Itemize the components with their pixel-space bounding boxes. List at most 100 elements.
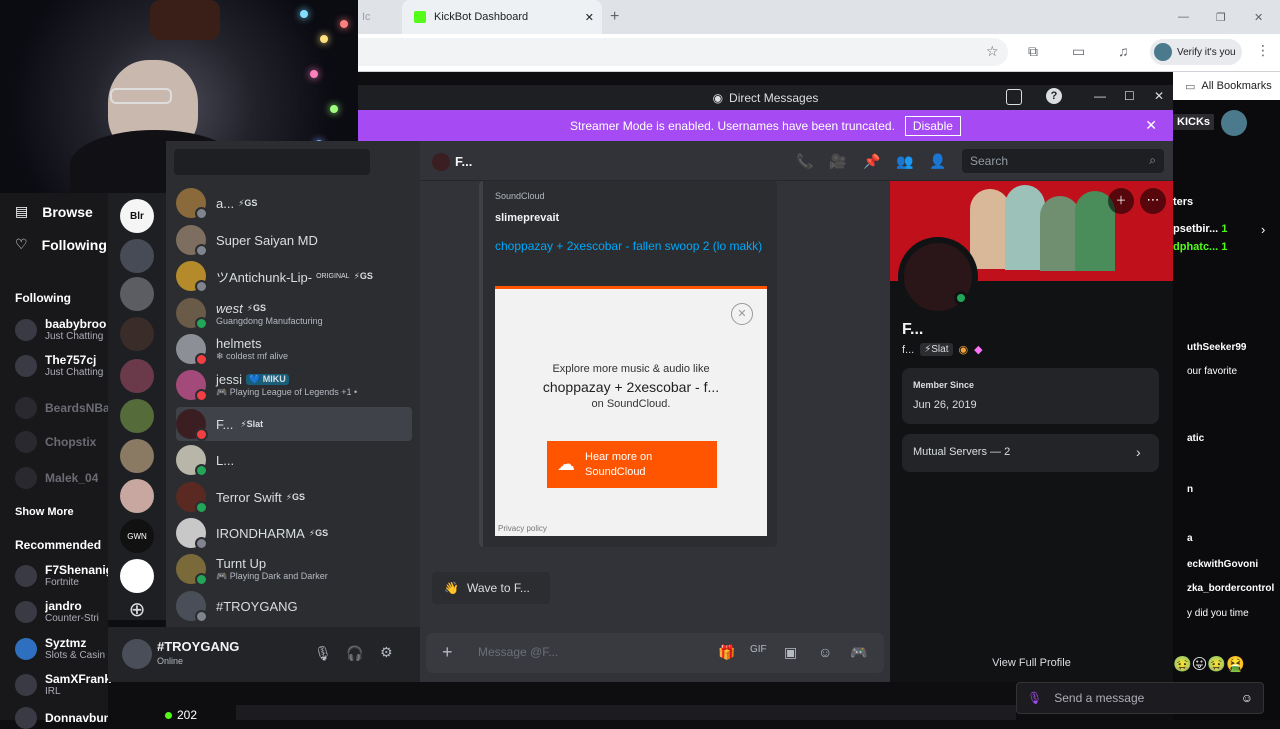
close-banner-icon[interactable]: ✕ — [1145, 117, 1157, 134]
wave-button[interactable]: 👋 Wave to F... — [432, 572, 550, 604]
emoji-icon[interactable]: ☺ — [818, 644, 832, 660]
avatar[interactable] — [1221, 110, 1247, 136]
close-window-icon[interactable]: ✕ — [1254, 0, 1263, 34]
privacy-link[interactable]: Privacy policy — [498, 524, 547, 533]
dm-name: L... — [216, 452, 235, 468]
add-friend-icon[interactable]: ＋ — [1108, 188, 1134, 214]
address-bar[interactable] — [358, 38, 1008, 66]
nav-following[interactable]: ♡ Following — [15, 236, 107, 253]
maximize-icon[interactable]: ❐ — [1216, 0, 1226, 34]
dm-item[interactable]: west ⚡GS Guangdong Manufacturing — [176, 296, 412, 330]
extensions-icon[interactable]: ⧉ — [1028, 43, 1038, 60]
recommended-item[interactable]: Syztmz Slots & Casin — [15, 636, 108, 661]
inbox-icon[interactable] — [1006, 89, 1022, 105]
dm-item[interactable]: Super Saiyan MD — [176, 223, 412, 257]
recommended-item[interactable]: jandro Counter-Stri — [15, 599, 108, 624]
browser-tab-kickbot[interactable]: KickBot Dashboard ✕ — [402, 0, 602, 34]
kick-send-message-input[interactable]: 🎙 Send a message ☺ — [1016, 682, 1264, 714]
headphones-icon[interactable]: 🎧 — [346, 645, 363, 662]
user-profile-icon[interactable]: 👤 — [929, 153, 946, 170]
tab-label: Ic — [362, 11, 371, 23]
dm-item[interactable]: L... — [176, 443, 412, 477]
dm-item[interactable]: jessi 💙 MIKU 🎮 Playing League of Legends +… — [176, 368, 412, 402]
all-bookmarks-link[interactable]: All Bookmarks — [1201, 80, 1271, 92]
dm-item[interactable]: ツAntichunk-Lip- ORIGINAL ⚡GS — [176, 259, 412, 293]
kick-chat-panel: KICKs ters psetbir... 1 dphatc... 1 › ut… — [1173, 100, 1280, 720]
server-icon[interactable]: Blr — [120, 199, 154, 233]
maximize-icon[interactable]: ☐ — [1124, 89, 1135, 103]
server-icon[interactable] — [120, 439, 154, 473]
server-icon[interactable] — [120, 559, 154, 593]
find-conversation-input[interactable] — [174, 149, 370, 175]
following-item[interactable]: The757cj Just Chatting — [15, 353, 108, 378]
gift-icon[interactable]: 🎁 — [718, 644, 735, 661]
user-panel-status: Online — [157, 656, 184, 666]
server-icon[interactable] — [120, 239, 154, 273]
emoji-icon[interactable]: ☺ — [1241, 691, 1253, 705]
nav-browse[interactable]: ▤ Browse — [15, 203, 93, 220]
chat-line: psetbir... 1 — [1173, 223, 1227, 235]
dm-item-selected[interactable]: F... ⚡Slat — [176, 407, 412, 441]
server-icon[interactable] — [120, 277, 154, 311]
following-item[interactable]: Chopstix — [15, 431, 108, 453]
message-composer[interactable]: + Message @F... 🎁 GIF ▣ ☺ 🎮 — [426, 633, 884, 673]
add-friends-icon[interactable]: 👥 — [896, 153, 913, 170]
dm-item[interactable]: a... ⚡GS — [176, 186, 412, 220]
video-call-icon[interactable]: 🎥 — [829, 153, 846, 170]
browser-menu-icon[interactable]: ⋮ — [1256, 42, 1270, 59]
server-icon[interactable] — [120, 317, 154, 351]
microphone-icon[interactable]: 🎙 — [314, 645, 332, 662]
server-icon[interactable] — [120, 479, 154, 513]
close-window-icon[interactable]: ✕ — [1154, 89, 1164, 103]
dm-item[interactable]: helmets ❄ coldest mf alive — [176, 332, 412, 366]
close-widget-icon[interactable]: ✕ — [731, 303, 753, 325]
disable-streamer-button[interactable]: Disable — [904, 115, 961, 136]
dm-item[interactable]: IRONDHARMA ⚡GS — [176, 516, 412, 550]
add-attachment-icon[interactable]: + — [442, 642, 453, 663]
embed-author: slimeprevait — [495, 212, 560, 224]
soundcloud-widget: ✕ Explore more music & audio like choppa… — [495, 286, 767, 536]
search-input[interactable]: Search ⌕ — [962, 149, 1164, 173]
dm-item[interactable]: Terror Swift ⚡GS — [176, 480, 412, 514]
settings-gear-icon[interactable]: ⚙ — [380, 644, 393, 661]
channel-name: BeardsNBa — [45, 401, 108, 415]
browser-tab[interactable]: Ic — [362, 0, 388, 34]
show-more-button[interactable]: Show More — [15, 506, 74, 518]
dm-item[interactable]: #TROYGANG — [176, 589, 412, 623]
new-tab-button[interactable]: + — [610, 0, 628, 34]
add-server-icon[interactable]: ⊕ — [120, 600, 154, 621]
following-item[interactable]: baabybroo Just Chatting — [15, 317, 108, 342]
soundcloud-logo-icon: ☁ — [557, 454, 575, 474]
close-tab-icon[interactable]: ✕ — [585, 11, 594, 24]
recommended-item[interactable]: F7Shenanig Fortnite — [15, 563, 113, 588]
following-item[interactable]: Malek_04 — [15, 467, 108, 489]
avatar[interactable] — [122, 639, 152, 669]
cast-icon[interactable]: ▭ — [1072, 43, 1085, 60]
soundcloud-embed: SoundCloud slimeprevait choppazay + 2xes… — [479, 181, 777, 547]
more-options-icon[interactable]: ⋯ — [1140, 188, 1166, 214]
minimize-icon[interactable]: — — [1178, 0, 1189, 34]
media-icon[interactable]: ♫ — [1118, 43, 1129, 59]
hear-more-button[interactable]: ☁ Hear more on SoundCloud — [547, 441, 717, 488]
bookmark-star-icon[interactable]: ☆ — [986, 43, 999, 60]
chevron-right-icon[interactable]: › — [1261, 222, 1265, 237]
pinned-messages-icon[interactable]: 📌 — [863, 153, 880, 170]
profile-chip[interactable]: Verify it's you — [1150, 39, 1242, 65]
gif-icon[interactable]: GIF — [750, 644, 767, 655]
activity-icon[interactable]: 🎮 — [850, 644, 867, 661]
sticker-icon[interactable]: ▣ — [784, 644, 797, 661]
server-icon[interactable]: GWN — [120, 519, 154, 553]
profile-avatar[interactable] — [898, 237, 978, 317]
minimize-icon[interactable]: — — [1094, 89, 1106, 103]
voice-call-icon[interactable]: 📞 — [796, 153, 813, 170]
server-icon[interactable] — [120, 399, 154, 433]
following-item[interactable]: BeardsNBa — [15, 397, 108, 419]
view-full-profile-link[interactable]: View Full Profile — [890, 657, 1173, 669]
server-icon[interactable] — [120, 359, 154, 393]
recommended-item[interactable]: SamXFrank IRL — [15, 672, 111, 697]
recommended-item[interactable]: Donnavbunny — [15, 707, 108, 729]
dm-item[interactable]: Turnt Up 🎮 Playing Dark and Darker — [176, 552, 412, 586]
embed-title-link[interactable]: choppazay + 2xescobar - fallen swoop 2 (… — [495, 237, 765, 255]
mutual-servers-button[interactable]: Mutual Servers — 2 › — [902, 434, 1159, 472]
help-icon[interactable]: ? — [1046, 88, 1062, 104]
